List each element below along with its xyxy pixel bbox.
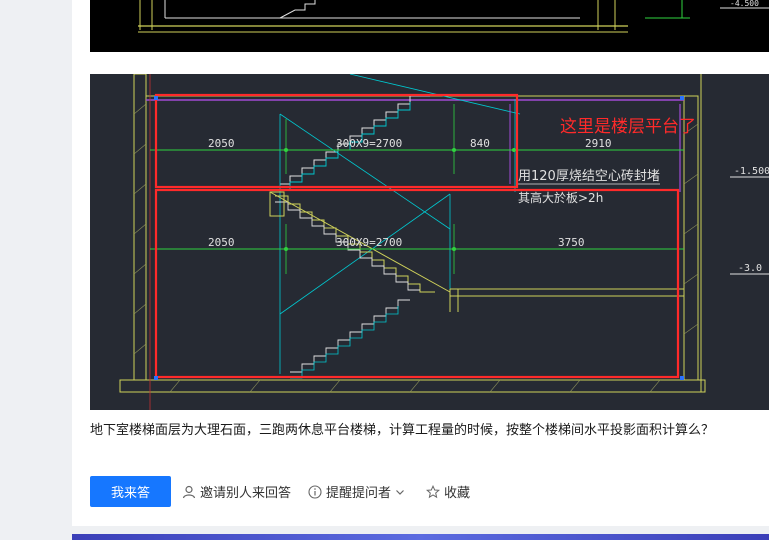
cad-drawing-main[interactable]: 2050 300X9=2700 840 2910 2050 300X9=2700… — [90, 74, 769, 410]
elevation-label-1: -1.500 — [734, 166, 769, 177]
dim-lower-2: 300X9=2700 — [336, 236, 402, 249]
action-bar: 我来答 邀请别人来回答 提醒提问者 收藏 — [90, 476, 769, 507]
dim-upper-4: 2910 — [585, 137, 612, 150]
elev-top-label: -4.500 — [730, 0, 759, 8]
answer-button[interactable]: 我来答 — [90, 476, 171, 507]
chevron-down-icon — [395, 487, 405, 497]
remind-asker-label: 提醒提问者 — [326, 486, 392, 501]
red-annotation: 这里是楼层平台了 — [560, 117, 696, 137]
favorite-link[interactable]: 收藏 — [426, 476, 470, 507]
question-text: 地下室楼梯面层为大理石面，三跑两休息平台楼梯，计算工程量的时候，按整个楼梯间水平… — [90, 423, 715, 438]
wall-note-1: 用120厚烧结空心砖封堵 — [518, 169, 660, 184]
dim-upper-1: 2050 — [208, 137, 235, 150]
dim-lower-1: 2050 — [208, 236, 235, 249]
dim-lower-3: 3750 — [558, 236, 585, 249]
remind-asker-link[interactable]: 提醒提问者 — [308, 476, 405, 507]
dim-upper-2: 300X9=2700 — [336, 137, 402, 150]
cad-drawing-top[interactable]: -4.500 — [90, 0, 769, 52]
invite-answer-link[interactable]: 邀请别人来回答 — [182, 476, 291, 507]
star-icon — [426, 484, 440, 499]
next-card-edge — [72, 534, 769, 540]
dim-upper-3: 840 — [470, 137, 490, 150]
favorite-label: 收藏 — [444, 486, 471, 501]
info-circle-icon — [308, 484, 322, 499]
elevation-label-2: -3.0 — [738, 263, 762, 274]
invite-answer-label: 邀请别人来回答 — [200, 486, 292, 501]
wall-note-2: 其高大於板>2h — [518, 190, 603, 205]
user-icon — [182, 485, 196, 499]
